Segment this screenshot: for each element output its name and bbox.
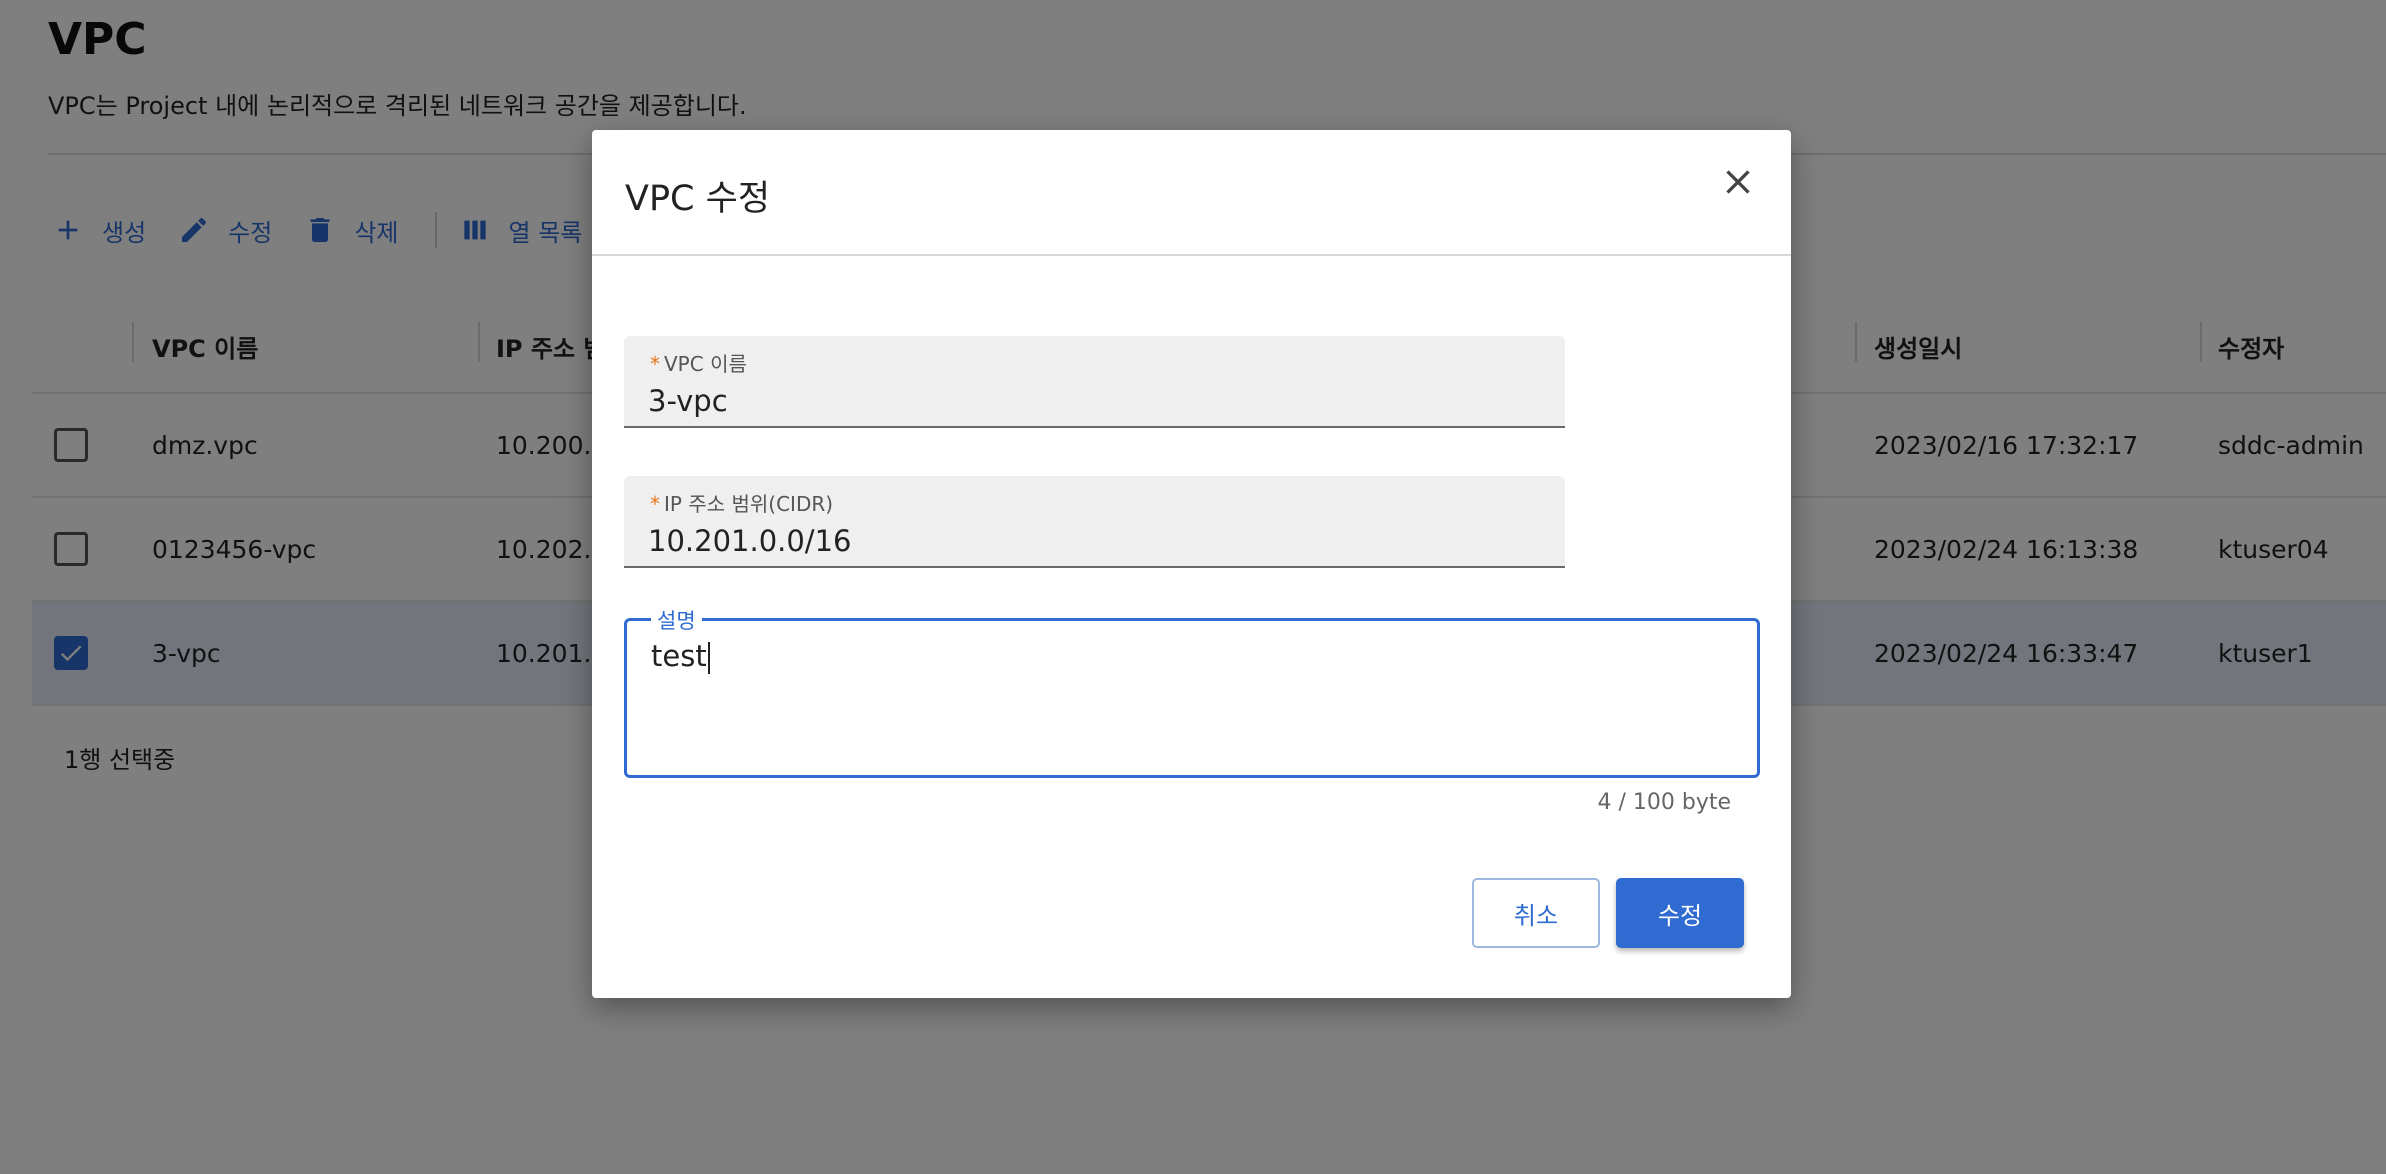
description-value: test (651, 639, 707, 673)
required-mark: * (650, 492, 660, 516)
vpc-name-field[interactable]: * VPC 이름 3-vpc (624, 336, 1565, 428)
cidr-label: * IP 주소 범위(CIDR) (650, 488, 833, 517)
byte-counter: 4 / 100 byte (1597, 790, 1731, 815)
vpc-name-value: 3-vpc (648, 384, 728, 418)
dialog-divider (592, 254, 1791, 256)
cidr-label-text: IP 주소 범위(CIDR) (664, 492, 834, 516)
dialog-title: VPC 수정 (625, 179, 771, 219)
edit-vpc-dialog: VPC 수정 * VPC 이름 3-vpc * IP 주소 범위(CIDR) 10.… (592, 130, 1791, 998)
close-icon[interactable] (1718, 162, 1758, 202)
submit-button[interactable]: 수정 (1616, 878, 1744, 948)
cancel-button[interactable]: 취소 (1472, 878, 1600, 948)
cidr-field[interactable]: * IP 주소 범위(CIDR) 10.201.0.0/16 (624, 476, 1565, 568)
vpc-name-label: * VPC 이름 (650, 348, 747, 377)
cidr-value: 10.201.0.0/16 (648, 524, 852, 558)
text-caret (707, 642, 710, 674)
description-label: 설명 (651, 605, 702, 635)
description-textarea[interactable]: 설명 test (624, 605, 1760, 778)
description-value-wrapper: test (651, 639, 710, 674)
required-mark: * (650, 352, 660, 376)
vpc-name-label-text: VPC 이름 (664, 352, 747, 376)
